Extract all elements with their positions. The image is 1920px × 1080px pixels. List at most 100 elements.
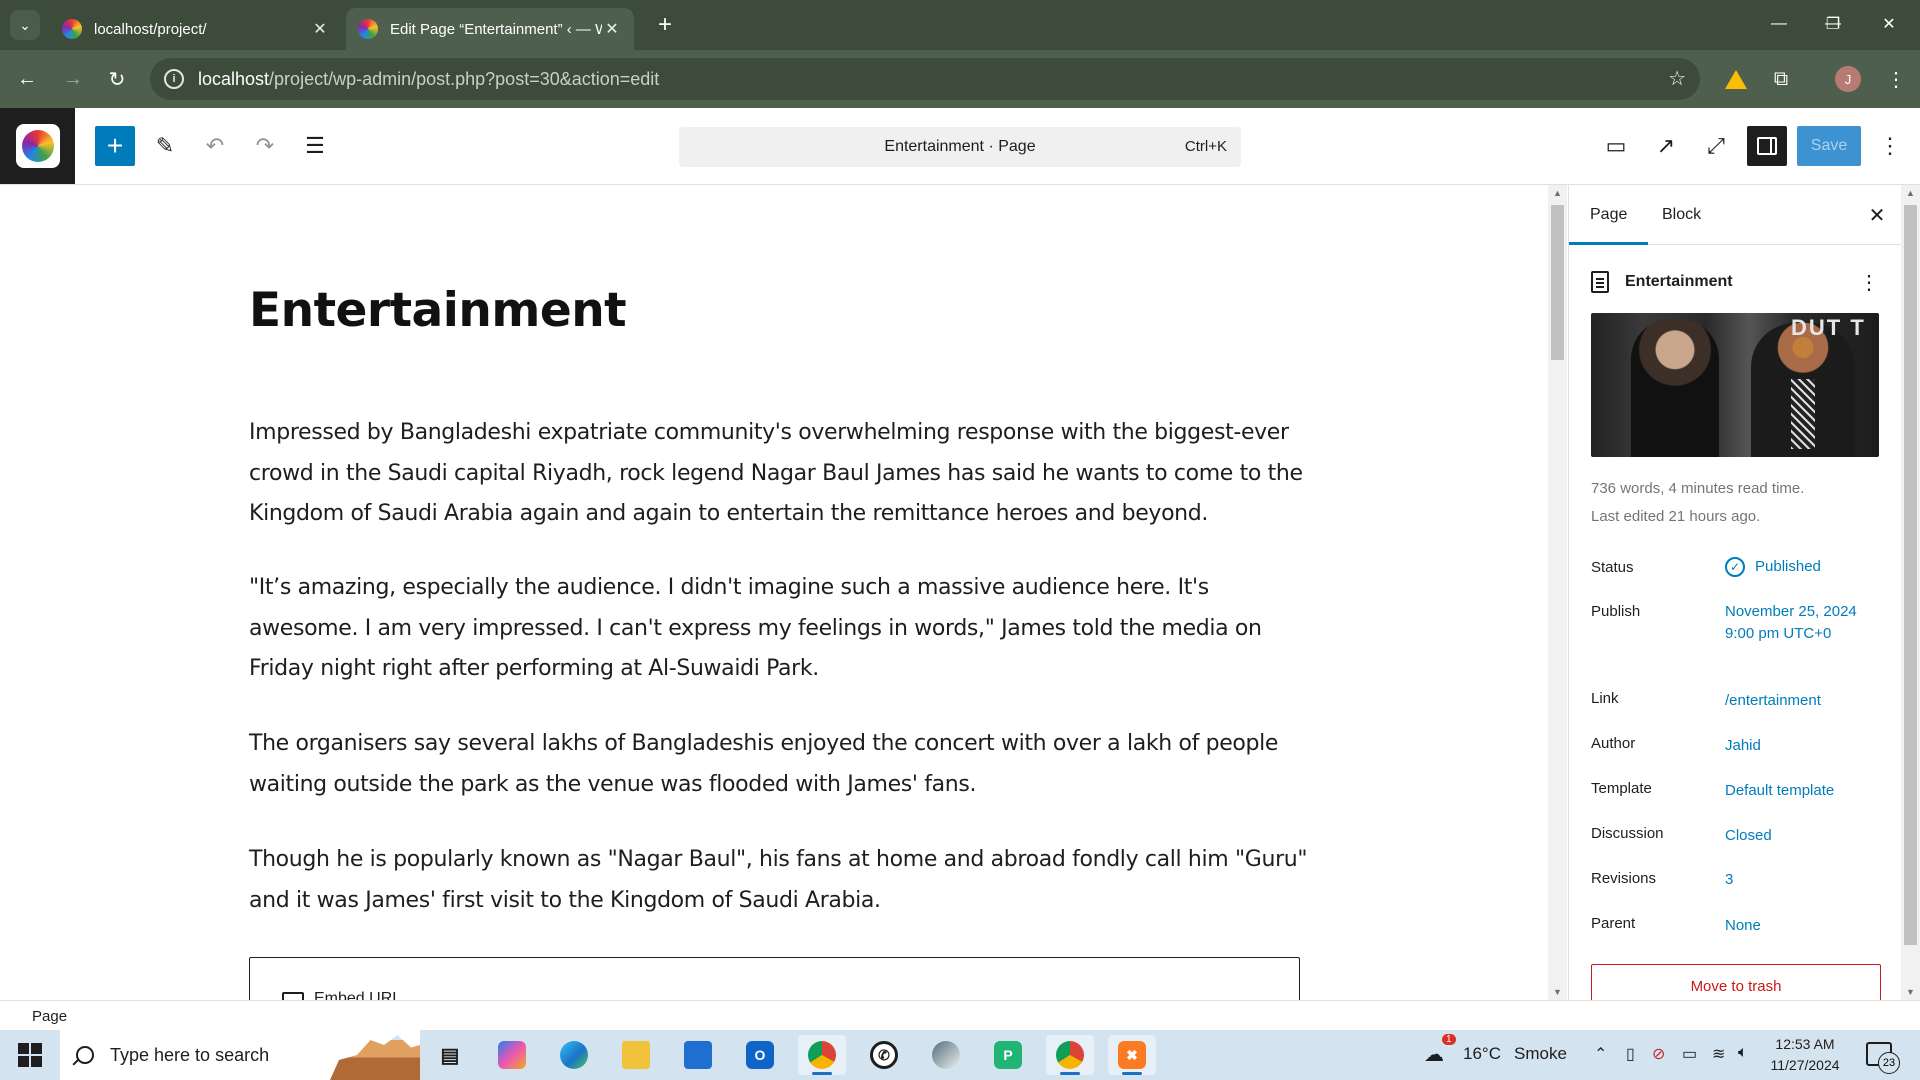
- site-icon-button[interactable]: [0, 108, 75, 184]
- link-value[interactable]: /entertainment: [1725, 690, 1885, 712]
- site-info-icon[interactable]: i: [164, 69, 184, 89]
- browser-tab-localhost[interactable]: localhost/project/ ✕: [50, 8, 342, 50]
- wifi-icon[interactable]: ≋: [1712, 1044, 1725, 1064]
- pycharm-style-icon[interactable]: P: [984, 1035, 1032, 1075]
- editor-footer: Page: [0, 1000, 1920, 1030]
- system-clock[interactable]: 12:53 AM 11/27/2024: [1760, 1034, 1850, 1076]
- network-blocked-icon[interactable]: ⊘: [1652, 1044, 1665, 1064]
- preview-device-icon[interactable]: ▭: [1596, 126, 1636, 166]
- status-value[interactable]: ✓ Published: [1725, 556, 1885, 578]
- scrollbar-thumb[interactable]: [1551, 205, 1564, 360]
- close-tab-icon[interactable]: ✕: [602, 19, 622, 39]
- xampp-icon[interactable]: ✖: [1108, 1035, 1156, 1075]
- chrome-window-icon[interactable]: [798, 1035, 846, 1075]
- options-kebab-icon[interactable]: ⋮: [1870, 126, 1910, 166]
- window-minimize-icon[interactable]: —: [1756, 8, 1802, 40]
- block-breadcrumb[interactable]: Page: [32, 1008, 67, 1025]
- battery-icon[interactable]: ▭: [1682, 1044, 1697, 1064]
- tab-block[interactable]: Block: [1641, 185, 1722, 245]
- redo-icon[interactable]: ↷: [245, 126, 285, 166]
- close-tab-icon[interactable]: ✕: [310, 19, 330, 39]
- command-palette-bar[interactable]: Entertainment · Page Ctrl+K: [679, 127, 1241, 167]
- block-inserter-button[interactable]: +: [95, 126, 135, 166]
- canvas-scrollbar[interactable]: ▲ ▼: [1548, 185, 1567, 1000]
- tab-search-button[interactable]: ⌄: [10, 10, 40, 40]
- sidebar-scrollbar[interactable]: ▲ ▼: [1901, 185, 1920, 1000]
- microsoft-store-icon[interactable]: [674, 1035, 722, 1075]
- show-hidden-icons-chevron-icon[interactable]: ⌃: [1594, 1044, 1607, 1064]
- reload-icon[interactable]: ↻: [100, 62, 134, 96]
- scroll-down-arrow-icon[interactable]: ▼: [1548, 984, 1567, 1000]
- tab-title: localhost/project/: [94, 20, 207, 38]
- template-value[interactable]: Default template: [1725, 780, 1885, 802]
- paragraph-block[interactable]: "It’s amazing, especially the audience. …: [249, 568, 1309, 690]
- status-label: Status: [1591, 559, 1634, 576]
- fullscreen-icon[interactable]: ⤢: [1696, 126, 1736, 166]
- chevron-down-icon: ⌄: [19, 16, 31, 33]
- window-close-button[interactable]: ✕: [1866, 8, 1912, 40]
- notification-center-icon[interactable]: 23: [1866, 1042, 1900, 1074]
- address-bar[interactable]: i localhost/project/wp-admin/post.php?po…: [150, 58, 1700, 100]
- bookmark-star-icon[interactable]: ☆: [1668, 66, 1686, 91]
- document-title: Entertainment · Page: [884, 138, 1036, 155]
- page-actions-kebab-icon[interactable]: ⋮: [1857, 270, 1881, 295]
- task-view-icon[interactable]: ▤: [426, 1035, 474, 1075]
- settings-sidebar: Page Block ✕ Entertainment ⋮ DUT T 736 w…: [1568, 185, 1902, 1000]
- weather-sun-icon[interactable]: ☁: [1424, 1042, 1444, 1067]
- scroll-up-arrow-icon[interactable]: ▲: [1548, 185, 1567, 201]
- volume-icon[interactable]: 🔈︎: [1738, 1044, 1748, 1062]
- view-page-external-icon[interactable]: ↗: [1646, 126, 1686, 166]
- weather-description[interactable]: Smoke: [1514, 1044, 1567, 1064]
- weather-temperature[interactable]: 16°C: [1463, 1044, 1501, 1064]
- device-icon[interactable]: ▯: [1626, 1044, 1635, 1064]
- settings-sidebar-toggle[interactable]: [1747, 126, 1787, 166]
- scroll-down-arrow-icon[interactable]: ▼: [1901, 984, 1920, 1000]
- new-tab-button[interactable]: +: [650, 10, 680, 40]
- profile-avatar[interactable]: J: [1832, 63, 1864, 95]
- taskbar-search[interactable]: Type here to search: [60, 1030, 420, 1080]
- document-overview-icon[interactable]: ☰: [295, 126, 335, 166]
- extensions-puzzle-icon[interactable]: ⧉: [1765, 63, 1797, 95]
- scrollbar-thumb[interactable]: [1904, 205, 1917, 945]
- discussion-label: Discussion: [1591, 825, 1664, 842]
- browser-tab-edit-page[interactable]: Edit Page “Entertainment” ‹ — W ✕: [346, 8, 634, 50]
- paragraph-block[interactable]: Though he is popularly known as "Nagar B…: [249, 840, 1309, 921]
- clock-time: 12:53 AM: [1775, 1036, 1835, 1052]
- back-arrow-icon[interactable]: ←: [10, 62, 44, 96]
- save-button[interactable]: Save: [1797, 126, 1861, 166]
- revisions-value[interactable]: 3: [1725, 869, 1885, 891]
- search-highlight-illustration: [330, 1035, 420, 1080]
- media-app-icon[interactable]: [922, 1035, 970, 1075]
- author-value[interactable]: Jahid: [1725, 735, 1885, 757]
- paragraph-block[interactable]: Impressed by Bangladeshi expatriate comm…: [249, 413, 1309, 535]
- windows-start-icon[interactable]: [10, 1040, 50, 1070]
- tab-page[interactable]: Page: [1569, 185, 1648, 245]
- paragraph-block[interactable]: The organisers say several lakhs of Bang…: [249, 724, 1309, 805]
- last-edited: Last edited 21 hours ago.: [1591, 508, 1761, 525]
- chrome-profile-icon[interactable]: [1046, 1035, 1094, 1075]
- whatsapp-icon[interactable]: ✆: [860, 1035, 908, 1075]
- file-explorer-icon[interactable]: [612, 1035, 660, 1075]
- publish-date-value[interactable]: November 25, 2024 9:00 pm UTC+0: [1725, 601, 1885, 645]
- outlook-icon[interactable]: O: [736, 1035, 784, 1075]
- restore-button[interactable]: ❐: [1810, 8, 1856, 40]
- close-sidebar-icon[interactable]: ✕: [1861, 199, 1893, 231]
- featured-image[interactable]: DUT T: [1591, 313, 1879, 457]
- parent-label: Parent: [1591, 915, 1636, 932]
- forward-arrow-icon[interactable]: →: [56, 62, 90, 96]
- post-title[interactable]: Entertainment: [249, 283, 627, 338]
- scroll-up-arrow-icon[interactable]: ▲: [1901, 185, 1920, 201]
- page-icon: [1591, 271, 1609, 293]
- move-to-trash-button[interactable]: Move to trash: [1591, 964, 1881, 1000]
- site-favicon-icon: [62, 19, 82, 39]
- pencil-tool-icon[interactable]: ✎: [145, 126, 185, 166]
- discussion-value[interactable]: Closed: [1725, 825, 1885, 847]
- copilot-icon[interactable]: [488, 1035, 536, 1075]
- edge-browser-icon[interactable]: [550, 1035, 598, 1075]
- google-drive-icon[interactable]: [1720, 63, 1752, 95]
- browser-menu-icon[interactable]: ⋮: [1880, 63, 1912, 95]
- shortcut-hint: Ctrl+K: [1184, 138, 1227, 155]
- parent-value[interactable]: None: [1725, 915, 1885, 937]
- embed-block[interactable]: Embed URL: [249, 957, 1300, 1000]
- undo-icon[interactable]: ↶: [195, 126, 235, 166]
